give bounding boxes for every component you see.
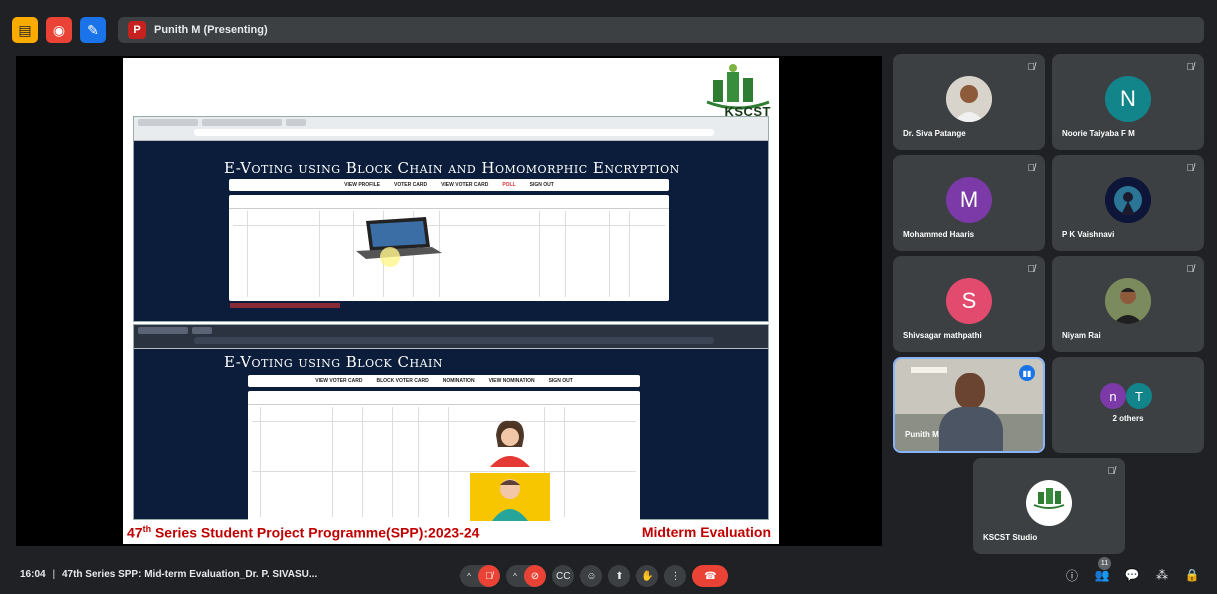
participant-tile[interactable]: 🎙̸ S Shivsagar mathpathi: [893, 256, 1045, 352]
participant-name: P K Vaishnavi: [1062, 230, 1115, 239]
participant-tile-speaking[interactable]: ▮▮ Punith M: [893, 357, 1045, 453]
nav-view-voter-card: VIEW VOTER CARD: [315, 378, 363, 384]
more-options-icon[interactable]: ⋮: [664, 565, 687, 587]
captions-button-icon[interactable]: CC: [552, 565, 575, 587]
voter-card-table: [248, 391, 640, 521]
evoting-title: E-Voting using Block Chain and Homomorph…: [224, 159, 680, 177]
record-icon[interactable]: ◉: [46, 17, 72, 43]
mic-options-chevron-icon[interactable]: ^: [460, 565, 478, 587]
mic-off-icon: 🎙̸: [1186, 163, 1195, 174]
camera-options-chevron-icon[interactable]: ^: [506, 565, 524, 587]
end-call-button-icon[interactable]: ☎: [692, 565, 729, 587]
participant-tile[interactable]: 🎙̸ KSCST Studio: [973, 458, 1125, 554]
presentation-stage: KSCST E-Voting using Block Chain and Hom…: [16, 56, 882, 546]
info-icon[interactable]: ⓘ: [1062, 565, 1082, 585]
participant-name: Mohammed Haaris: [903, 230, 975, 239]
participant-avatar: S: [946, 278, 992, 324]
evoting-nav: VIEW VOTER CARD BLOCK VOTER CARD NOMINAT…: [248, 375, 640, 387]
slide-footer-right: Midterm Evaluation: [641, 524, 771, 540]
participant-avatar: M: [946, 177, 992, 223]
slide-footer-left: 47th Series Student Project Programme(SP…: [127, 524, 480, 541]
male-avatar-photo: [470, 473, 550, 521]
participant-count-badge: 11: [1098, 557, 1111, 570]
mic-off-icon: 🎙̸: [1027, 163, 1036, 174]
meet-window: ▤ ◉ ✎ P Punith M (Presenting) KSCST E-Vo…: [0, 0, 1217, 594]
side-controls: ⓘ 👥 11 💬 ⁂ 🔒: [1062, 557, 1202, 585]
emoji-button-icon[interactable]: ☺: [580, 565, 603, 587]
evoting-title: E-Voting using Block Chain: [224, 353, 443, 371]
bottom-toolbar: 16:04 | 47th Series SPP: Mid-term Evalua…: [0, 556, 1217, 594]
participant-avatar: [946, 76, 992, 122]
chat-icon[interactable]: 💬: [1122, 565, 1142, 585]
present-button-icon[interactable]: ⬆: [608, 565, 631, 587]
mic-off-button-icon[interactable]: 🎙̸: [478, 565, 500, 587]
mic-off-icon: 🎙̸: [1186, 62, 1195, 73]
participant-tile[interactable]: 🎙̸ M Mohammed Haaris: [893, 155, 1045, 251]
browser-chrome: [134, 325, 768, 349]
candidate-table: [229, 195, 669, 301]
participant-tile[interactable]: 🎙̸ N Noorie Taiyaba F M: [1052, 54, 1204, 150]
raise-hand-button-icon[interactable]: ✋: [636, 565, 659, 587]
participant-name: Shivsagar mathpathi: [903, 331, 982, 340]
camera-off-button-icon[interactable]: ⊘: [524, 565, 546, 587]
mic-control[interactable]: ^ 🎙̸: [460, 565, 500, 587]
nav-view-nomination: VIEW NOMINATION: [488, 378, 535, 384]
nav-sign-out: SIGN OUT: [529, 182, 554, 188]
notes-icon[interactable]: ▤: [12, 17, 38, 43]
participant-name: Dr. Siva Patange: [903, 129, 966, 138]
participant-name: Niyam Rai: [1062, 331, 1101, 340]
activities-icon[interactable]: ⁂: [1152, 565, 1172, 585]
otp-message: [230, 303, 340, 308]
participant-avatar: N: [1105, 76, 1151, 122]
kscst-studio-avatar: [1026, 480, 1072, 526]
separator: |: [52, 569, 56, 580]
presenting-banner[interactable]: P Punith M (Presenting): [118, 17, 1204, 43]
nav-sign-out: SIGN OUT: [548, 378, 573, 384]
others-label: 2 others: [1112, 414, 1144, 423]
participant-mini-avatar: T: [1126, 383, 1152, 409]
shared-slide: KSCST E-Voting using Block Chain and Hom…: [123, 58, 779, 544]
participant-name: Noorie Taiyaba F M: [1062, 129, 1135, 138]
call-controls: ^ 🎙̸ ^ ⊘ CC ☺ ⬆ ✋ ⋮ ☎: [460, 565, 729, 587]
people-icon[interactable]: 👥 11: [1092, 557, 1112, 585]
mic-off-icon: 🎙̸: [1107, 466, 1116, 477]
clock-time: 16:04: [20, 569, 46, 580]
meeting-info: 16:04 | 47th Series SPP: Mid-term Evalua…: [20, 569, 317, 580]
participant-name: Punith M: [905, 430, 939, 439]
host-controls-icon[interactable]: 🔒: [1182, 565, 1202, 585]
nav-block-voter-card: BLOCK VOTER CARD: [376, 378, 429, 384]
camera-control[interactable]: ^ ⊘: [506, 565, 546, 587]
effects-icon[interactable]: ✎: [80, 17, 106, 43]
female-avatar-photo: [490, 420, 530, 467]
speaking-indicator-icon: ▮▮: [1019, 365, 1035, 381]
screenshot-evoting-admin: E-Voting using Block Chain VIEW VOTER CA…: [133, 324, 769, 521]
participant-tile[interactable]: 🎙̸ Niyam Rai: [1052, 256, 1204, 352]
nav-poll: POLL: [502, 182, 516, 188]
meeting-title: 47th Series SPP: Mid-term Evaluation_Dr.…: [61, 569, 318, 580]
cursor-highlight: [380, 247, 400, 267]
participant-avatar: [1105, 278, 1151, 324]
others-tile[interactable]: n T 2 others: [1052, 357, 1204, 453]
mic-off-icon: 🎙̸: [1186, 264, 1195, 275]
participant-tile[interactable]: 🎙̸ P K Vaishnavi: [1052, 155, 1204, 251]
mic-off-icon: 🎙̸: [1027, 264, 1036, 275]
nav-voter-card: VOTER CARD: [394, 182, 428, 188]
presenter-avatar: P: [128, 21, 146, 39]
screenshot-evoting-voter: E-Voting using Block Chain and Homomorph…: [133, 116, 769, 322]
top-toolbar: ▤ ◉ ✎: [12, 16, 106, 44]
participant-tile[interactable]: 🎙̸ Dr. Siva Patange: [893, 54, 1045, 150]
evoting-nav: VIEW PROFILE VOTER CARD VIEW VOTER CARD …: [229, 179, 669, 191]
participant-avatar: [1105, 177, 1151, 223]
nav-nomination: NOMINATION: [442, 378, 475, 384]
presenting-label: Punith M (Presenting): [154, 24, 268, 36]
participant-name: KSCST Studio: [983, 533, 1038, 542]
nav-view-profile: VIEW PROFILE: [344, 182, 381, 188]
participant-mini-avatar: n: [1100, 383, 1126, 409]
nav-view-voter-card: VIEW VOTER CARD: [441, 182, 489, 188]
browser-chrome: [134, 117, 768, 141]
mic-off-icon: 🎙̸: [1027, 62, 1036, 73]
